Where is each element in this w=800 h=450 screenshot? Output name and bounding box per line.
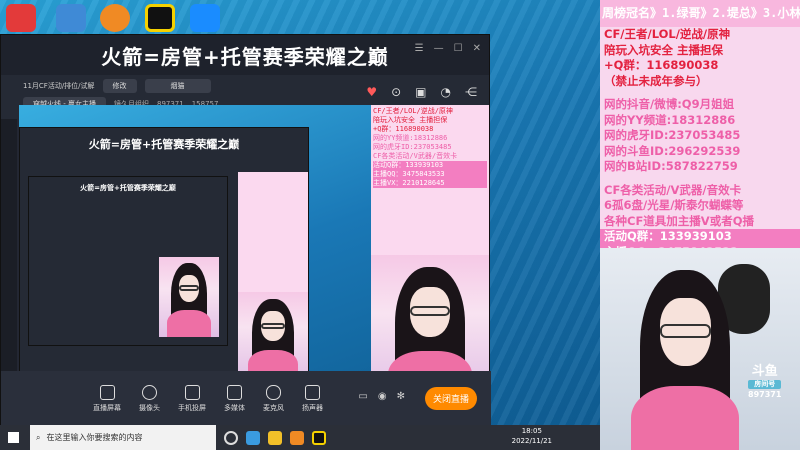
preview-info-line: 网的虎牙ID:237053485 (373, 142, 452, 151)
preview-info-line: 陪玩入坑安全 主播担保 (373, 115, 448, 124)
preview-info-panel: CF/王者/LOL/逆战/原神 陪玩入坑安全 主播担保 +Q群：11689003… (371, 105, 489, 255)
speaker-icon (305, 384, 320, 400)
activity-line: 各种CF道具加主播V或者Q播 (604, 213, 754, 228)
streaming-app-window: 火箭=房管+托管赛季荣耀之巅 ☰ — ☐ ✕ 11月CF活动/排位/试解 修改 … (0, 34, 491, 426)
douyu-logo: 斗鱼 房间号 897371 (748, 364, 782, 399)
taskbar-clock[interactable]: 18:05 2022/11/21 (512, 427, 552, 447)
preview-info-line: 活动Q群：133939103 (373, 160, 487, 170)
stream-preview: 火箭=房管+托管赛季荣耀之巅 火箭=房管+托管赛季荣耀之巅 CF/王者/LOL/… (19, 105, 489, 401)
contact-line: 活动Q群：133939103 (600, 229, 800, 245)
button-label: 麦克风 (263, 403, 284, 412)
button-label: 摄像头 (139, 403, 160, 412)
speaker-button[interactable]: 扬声器 (302, 384, 323, 413)
button-label: 直播屏幕 (93, 403, 121, 412)
camera-button[interactable]: 摄像头 (139, 384, 160, 413)
social-line: 网的抖音/微博:Q9月姐姐 (604, 97, 735, 111)
streamer (610, 254, 760, 450)
nested-title-1: 火箭=房管+托管赛季荣耀之巅 (88, 138, 240, 151)
search-placeholder: 在这里输入你要搜索的内容 (46, 433, 143, 442)
search-icon: ⌕ (36, 432, 41, 442)
room-number: 897371 (748, 390, 782, 399)
monitor-icon (99, 384, 115, 400)
microphone-button[interactable]: 麦克风 (263, 384, 284, 413)
edge-icon[interactable] (246, 430, 260, 445)
logo-text: 斗鱼 (751, 364, 778, 379)
clock-time: 18:05 (521, 427, 542, 435)
share-icon[interactable]: ⋲ (465, 85, 477, 99)
preview-info-line: 网的YY频道:18312886 (373, 133, 448, 142)
windows-start-icon[interactable] (8, 432, 19, 443)
gift-icon[interactable]: ♥ (366, 85, 377, 99)
button-label: 多媒体 (224, 403, 245, 412)
screen-capture-button[interactable]: 直播屏幕 (93, 384, 121, 413)
preview-info-line: CF/王者/LOL/逆战/原神 (373, 107, 453, 115)
phone-cast-button[interactable]: 手机投屏 (178, 384, 206, 413)
record-icon[interactable]: ▭ (358, 391, 367, 402)
folder-icon[interactable] (56, 4, 86, 32)
info-line: +Q群：116890038 (604, 58, 719, 72)
info-line: （禁止未成年参与） (604, 73, 708, 88)
button-label: 扬声器 (302, 403, 323, 412)
social-line: 网的斗鱼ID:296292539 (604, 143, 741, 158)
preview-info-line: 主播VX：2210128645 (373, 178, 487, 188)
announcement-chip[interactable]: 烟猫 (144, 79, 211, 93)
bottom-right-icons: ▭ ◉ ✻ (358, 391, 405, 402)
preview-info-line: +Q群：116890038 (373, 124, 434, 133)
lock-icon[interactable]: ⊙ (391, 85, 401, 99)
nested-title-2: 火箭=房管+托管赛季荣耀之巅 (80, 184, 176, 192)
nested-window-2: 火箭=房管+托管赛季荣耀之巅 (28, 176, 228, 346)
cloud-app-icon[interactable] (190, 4, 220, 32)
windows-taskbar: ⌕ 在这里输入你要搜索的内容 18:05 2022/11/21 (0, 425, 600, 450)
bell-icon[interactable]: ◔ (441, 85, 451, 99)
preview-info-line: CF各类活动/V武器/音效卡 (373, 151, 458, 160)
phone-icon (184, 384, 200, 400)
edit-button[interactable]: 修改 (102, 79, 137, 93)
header-icons: ♥ ⊙ ▣ ◔ ⋲ (366, 85, 477, 99)
bottom-controls: 直播屏幕 摄像头 手机投屏 多媒体 麦克风 扬声器 ▭ ◉ ✻ 关闭直播 (1, 371, 491, 426)
camera-app-icon[interactable] (145, 4, 175, 32)
nested-cam-1 (238, 292, 308, 380)
preview-info-line: 主播QQ：3475843533 (373, 169, 487, 179)
microphone-icon (266, 384, 281, 400)
logo-sub: 房间号 (748, 380, 782, 389)
eye-icon[interactable]: ◉ (378, 391, 387, 402)
weekly-rank-banner: 周榜冠名》1.绿哥》2.堤总》3.小林 (600, 0, 800, 27)
menu-icon[interactable]: ☰ (415, 43, 424, 54)
browser-icon[interactable] (100, 4, 130, 32)
nested-cam-2 (159, 257, 219, 337)
explorer-icon[interactable] (268, 430, 282, 445)
taskbar-search[interactable]: ⌕ 在这里输入你要搜索的内容 (30, 425, 216, 450)
minimize-icon[interactable]: — (434, 43, 444, 54)
info-line: 陪玩入坑安全 主播担保 (604, 42, 724, 57)
social-line: 网的B站ID:587822759 (604, 159, 738, 173)
category-row: 11月CF活动/排位/试解 修改 烟猫 (23, 79, 211, 93)
media-icon (227, 384, 242, 400)
social-line: 网的YY频道:18312886 (604, 112, 736, 127)
streamer-app-icon[interactable] (290, 430, 304, 445)
netease-music-icon[interactable] (6, 4, 36, 32)
window-controls: ☰ — ☐ ✕ (415, 43, 481, 54)
camera-icon (142, 384, 157, 400)
clock-date: 2022/11/21 (511, 436, 552, 445)
activity-line: 6孤6盘/光星/斯泰尔蝴蝶等 (604, 198, 744, 212)
webcam-feed: 斗鱼 房间号 897371 (600, 248, 800, 450)
info-line: CF/王者/LOL/逆战/原神 (604, 27, 731, 41)
task-view-icon[interactable] (224, 430, 238, 445)
nested-info-panel-1 (238, 172, 308, 292)
close-icon[interactable]: ✕ (473, 43, 481, 54)
category-text: 11月CF活动/排位/试解 (23, 82, 95, 90)
activity-line: CF各类活动/V武器/音效卡 (604, 182, 742, 197)
maximize-icon[interactable]: ☐ (454, 43, 463, 54)
camera-taskbar-icon[interactable] (312, 430, 326, 445)
stop-live-button[interactable]: 关闭直播 (424, 387, 477, 410)
nested-window-1: 火箭=房管+托管赛季荣耀之巅 火箭=房管+托管赛季荣耀之巅 (19, 127, 309, 380)
app-titlebar: 火箭=房管+托管赛季荣耀之巅 ☰ — ☐ ✕ (1, 35, 489, 75)
multimedia-button[interactable]: 多媒体 (224, 384, 245, 413)
settings-icon[interactable]: ✻ (397, 391, 405, 402)
social-line: 网的虎牙ID:237053485 (604, 128, 741, 142)
layout-icon[interactable]: ▣ (415, 85, 426, 99)
button-label: 手机投屏 (178, 403, 206, 412)
stream-title: 火箭=房管+托管赛季荣耀之巅 (101, 44, 389, 69)
